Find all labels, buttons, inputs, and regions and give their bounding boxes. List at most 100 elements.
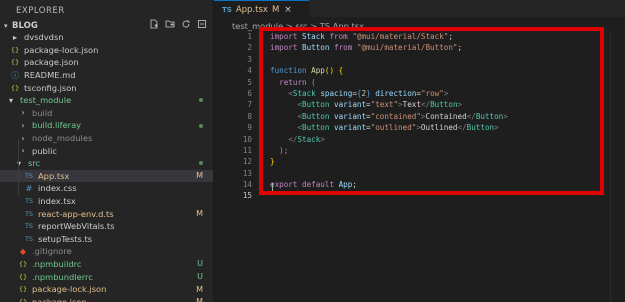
collapse-all-icon[interactable] xyxy=(197,19,207,29)
line-number: 2 xyxy=(247,43,252,53)
line-number: 11 xyxy=(242,145,252,155)
git-icon: ◆ xyxy=(19,246,27,256)
git-status-dot xyxy=(199,161,203,166)
refresh-icon[interactable] xyxy=(181,19,191,29)
git-status-dot xyxy=(199,123,203,128)
file-tree-label: package.json xyxy=(24,57,79,68)
ts-icon: TS xyxy=(24,234,34,243)
file-tree-item[interactable]: › public xyxy=(0,144,213,157)
file-tree-item[interactable]: {} package.json xyxy=(0,56,213,69)
file-tree-item[interactable]: {} .npmbuildrc U xyxy=(0,258,213,271)
file-tree-label: public xyxy=(32,145,57,156)
file-tree-item[interactable]: ◆ .gitignore xyxy=(0,245,213,258)
line-number: 1 xyxy=(247,32,252,41)
explorer-actions xyxy=(149,19,207,29)
chevron-down-icon: ▾ xyxy=(14,159,24,168)
git-status-badge: M xyxy=(196,209,203,219)
git-status-badge: U xyxy=(197,259,203,269)
json-icon: {} xyxy=(10,58,20,67)
file-tree-item[interactable]: {} package-lock.json M xyxy=(0,283,213,296)
file-tree-item[interactable]: › build xyxy=(0,107,213,120)
ts-icon: TS xyxy=(24,222,34,231)
git-status-badge: M xyxy=(196,171,203,181)
file-tree-item[interactable]: › build.liferay xyxy=(0,119,213,132)
file-tree-label: package.json xyxy=(32,296,87,302)
close-icon[interactable]: × xyxy=(284,5,292,15)
file-tree-item[interactable]: TS reportWebVitals.ts xyxy=(0,220,213,233)
ts-icon: TS xyxy=(24,171,34,180)
line-number: 10 xyxy=(242,134,252,144)
file-tree-item[interactable]: TS setupTests.ts xyxy=(0,233,213,246)
file-tree-label: reportWebVitals.ts xyxy=(38,221,115,232)
json-icon: {} xyxy=(10,45,20,54)
explorer-title: EXPLORER xyxy=(16,6,65,16)
editor-area: TS App.tsx M × test_module > src > TS Ap… xyxy=(214,0,625,302)
line-number: 12 xyxy=(242,157,252,167)
json-icon: {} xyxy=(18,272,28,281)
line-number: 6 xyxy=(247,88,252,98)
file-tree-item[interactable]: # index.css xyxy=(0,182,213,195)
git-status-badge: U xyxy=(197,272,203,282)
file-tree-item[interactable]: {} tsconfig.json xyxy=(0,81,213,94)
folder-icon: ▸ xyxy=(12,32,17,42)
file-tree-label: index.tsx xyxy=(38,196,76,207)
line-number: 4 xyxy=(247,66,252,76)
line-number: 8 xyxy=(247,111,252,121)
tab-app-tsx[interactable]: TS App.tsx M × xyxy=(214,0,309,18)
file-tree-item[interactable]: ▾ src xyxy=(0,157,213,170)
highlight-annotation-box xyxy=(259,27,604,195)
json-icon: {} xyxy=(10,83,20,92)
file-tree-label: setupTests.ts xyxy=(38,233,93,244)
file-tree-label: build.liferay xyxy=(32,120,82,131)
line-number: 14 xyxy=(242,180,252,190)
file-tree-item[interactable]: ▾ test_module xyxy=(0,94,213,107)
file-tree-label: tsconfig.json xyxy=(24,82,77,93)
json-icon: {} xyxy=(18,259,28,268)
json-icon: {} xyxy=(18,297,28,302)
file-tree-label: .gitignore xyxy=(32,246,72,257)
line-number: 13 xyxy=(242,168,252,178)
info-icon: ⓘ xyxy=(11,70,19,80)
file-tree-item[interactable]: › node_modules xyxy=(0,132,213,145)
file-tree-item[interactable]: ⓘ README.md xyxy=(0,69,213,82)
minimap[interactable] xyxy=(610,31,625,302)
file-tree-label: README.md xyxy=(24,70,76,81)
file-tree-label: package-lock.json xyxy=(24,44,99,55)
chevron-right-icon: › xyxy=(21,133,25,143)
new-folder-icon[interactable] xyxy=(165,19,175,29)
line-number: 15 xyxy=(242,191,252,201)
file-tree-item[interactable]: {} package-lock.json xyxy=(0,44,213,57)
file-tree-label: react-app-env.d.ts xyxy=(38,208,114,219)
file-tree-label: dvsdvdsn xyxy=(24,32,64,43)
file-tree-item[interactable]: {} package.json M xyxy=(0,295,213,302)
file-tree-label: index.css xyxy=(38,183,77,194)
new-file-icon[interactable] xyxy=(149,19,159,29)
file-tree-label: .npmbuildrc xyxy=(32,258,82,269)
file-tree-label: App.tsx xyxy=(38,170,70,181)
ts-icon: TS xyxy=(24,209,34,218)
ts-icon: TS xyxy=(222,5,232,14)
chevron-right-icon: › xyxy=(21,120,25,130)
ts-icon: TS xyxy=(24,197,34,206)
css-icon: # xyxy=(25,183,33,193)
line-number: 7 xyxy=(247,100,252,110)
line-number-gutter: 1 2 3 4 5 6 7 8 9 10 11 12 13 14 15 xyxy=(214,31,258,202)
explorer-sidebar: EXPLORER ▾ BLOG ▸ dvsdvdsn {} package-lock.… xyxy=(0,0,214,302)
file-tree-item[interactable]: ▸ dvsdvdsn xyxy=(0,31,213,44)
project-name: BLOG xyxy=(12,20,38,31)
line-number: 5 xyxy=(247,77,252,87)
file-tree-item[interactable]: {} .npmbundlerrc U xyxy=(0,270,213,283)
file-tree-label: test_module xyxy=(20,95,72,106)
file-tree-item[interactable]: TS react-app-env.d.ts M xyxy=(0,207,213,220)
chevron-right-icon: › xyxy=(21,146,25,156)
file-tree-item[interactable]: TS index.tsx xyxy=(0,195,213,208)
git-status-dot xyxy=(199,98,203,103)
file-tree-label: src xyxy=(28,158,41,169)
file-tree-item[interactable]: TS App.tsx M xyxy=(0,169,213,183)
git-status-badge: M xyxy=(196,297,203,302)
chevron-down-icon: ▾ xyxy=(8,95,13,105)
file-tree-label: .npmbundlerrc xyxy=(32,271,93,282)
chevron-down-icon: ▾ xyxy=(4,21,8,30)
chevron-right-icon: › xyxy=(21,108,25,118)
indent-guide xyxy=(18,140,19,195)
